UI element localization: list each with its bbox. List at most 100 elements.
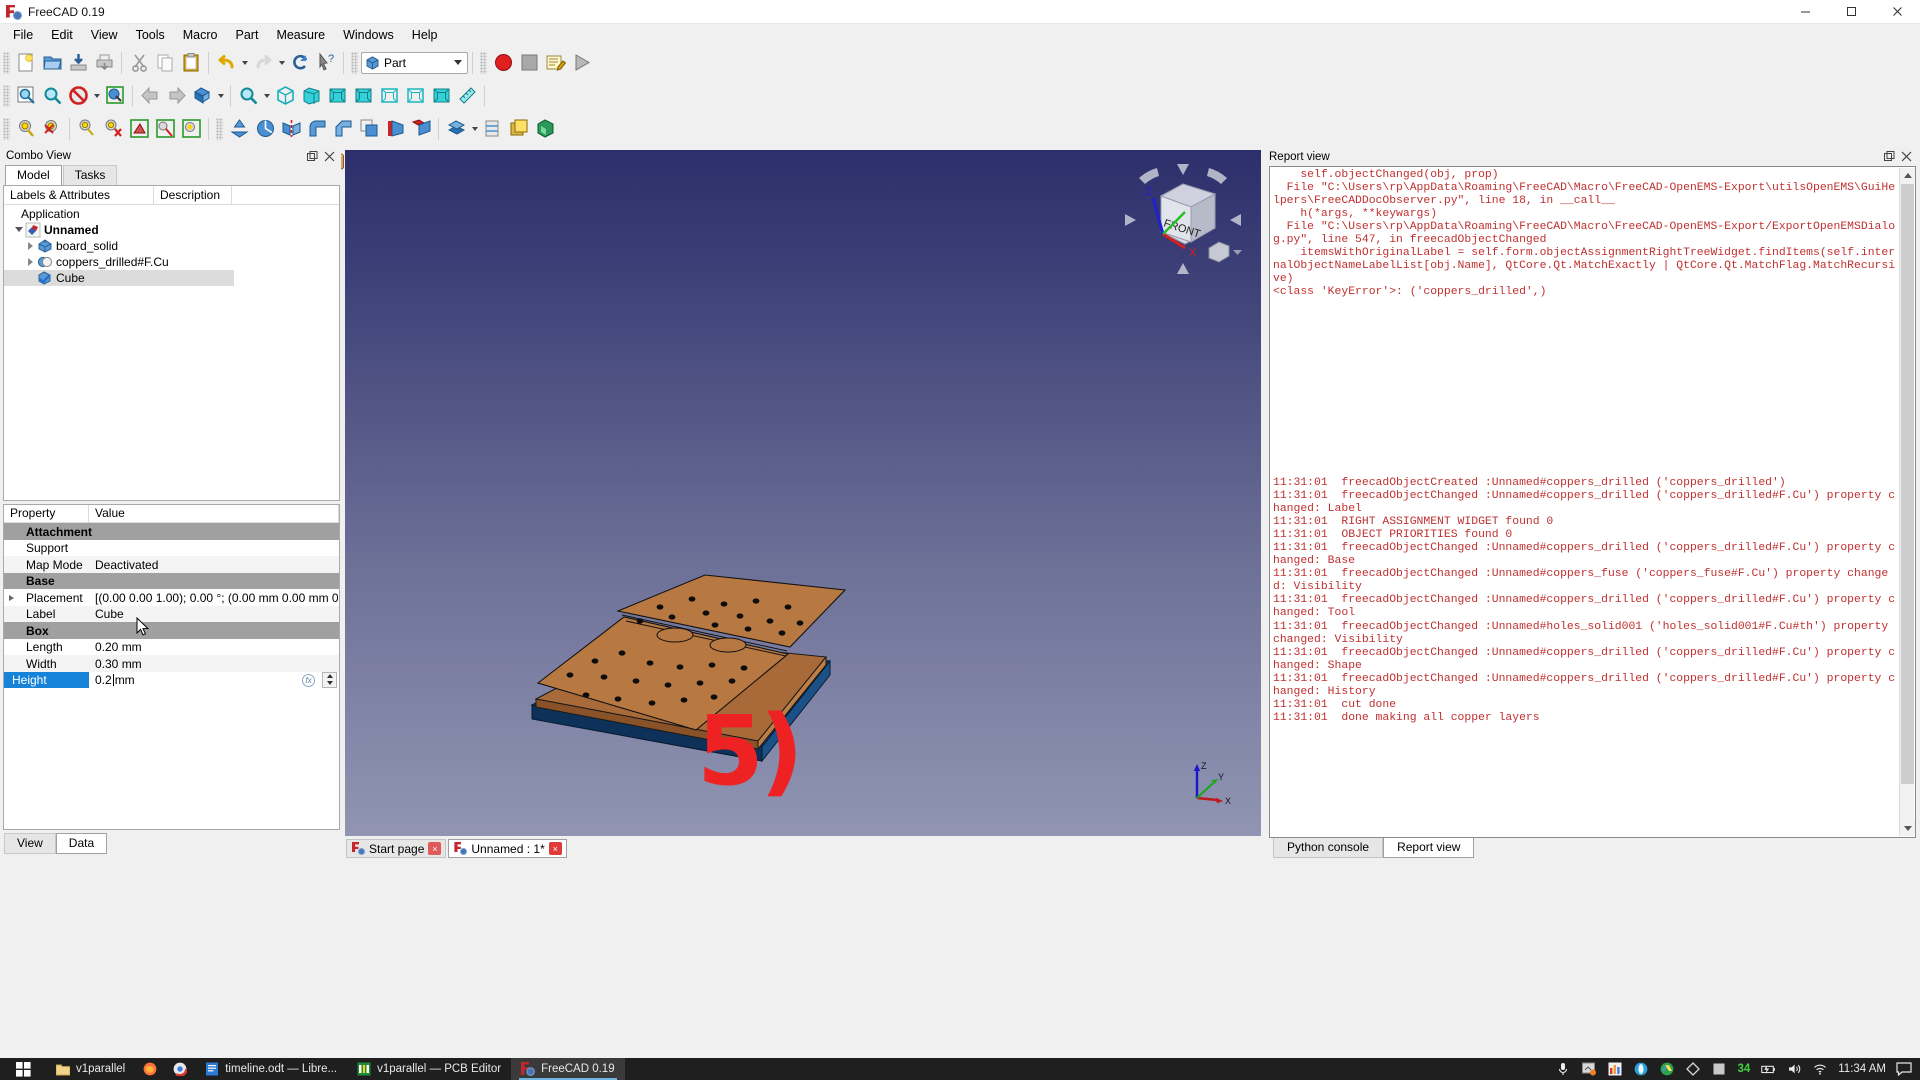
thickness-icon[interactable] bbox=[532, 116, 558, 142]
report-scrollbar[interactable] bbox=[1899, 168, 1915, 836]
menu-tools[interactable]: Tools bbox=[127, 24, 174, 46]
section-icon[interactable] bbox=[443, 116, 469, 142]
measure-icon[interactable] bbox=[454, 83, 480, 109]
wifi-icon[interactable] bbox=[1812, 1061, 1828, 1077]
tab-tasks[interactable]: Tasks bbox=[62, 164, 118, 185]
menu-windows[interactable]: Windows bbox=[334, 24, 403, 46]
selection-view-icon[interactable] bbox=[102, 83, 128, 109]
macro-stop-icon[interactable] bbox=[516, 50, 542, 76]
property-value-placement[interactable]: [(0.00 0.00 1.00); 0.00 °; (0.00 mm 0.00… bbox=[89, 591, 339, 605]
menu-file[interactable]: File bbox=[4, 24, 42, 46]
cut-icon[interactable] bbox=[126, 50, 152, 76]
menu-view[interactable]: View bbox=[82, 24, 127, 46]
menu-macro[interactable]: Macro bbox=[174, 24, 227, 46]
close-button[interactable] bbox=[1874, 0, 1920, 24]
taskbar-item-v1parallel-folder[interactable]: v1parallel bbox=[46, 1058, 135, 1080]
property-group-base[interactable]: Base bbox=[4, 572, 339, 590]
report-log-area[interactable]: self.objectChanged(obj, prop) File "C:\U… bbox=[1269, 166, 1916, 838]
measure-refresh-icon[interactable] bbox=[178, 116, 204, 142]
std-view-icon[interactable] bbox=[189, 83, 215, 109]
draw-style-icon[interactable] bbox=[65, 83, 91, 109]
property-value-length[interactable]: 0.20 mm bbox=[89, 640, 339, 654]
taskbar-item-freecad[interactable]: FreeCAD 0.19 bbox=[511, 1058, 625, 1080]
cross-sections-icon[interactable] bbox=[480, 116, 506, 142]
menu-help[interactable]: Help bbox=[403, 24, 447, 46]
fit-selection-icon[interactable] bbox=[39, 83, 65, 109]
notifications-icon[interactable] bbox=[1896, 1061, 1912, 1077]
property-row-placement[interactable]: Placement [(0.00 0.00 1.00); 0.00 °; (0.… bbox=[4, 589, 339, 606]
menu-part[interactable]: Part bbox=[227, 24, 268, 46]
property-value-map-mode[interactable]: Deactivated bbox=[89, 558, 339, 572]
stepper-down-icon[interactable] bbox=[323, 680, 336, 687]
property-row-map-mode[interactable]: Map Mode Deactivated bbox=[4, 556, 339, 573]
save-document-icon[interactable] bbox=[65, 50, 91, 76]
scrollbar-thumb[interactable] bbox=[1901, 184, 1914, 784]
front-view-icon[interactable] bbox=[298, 83, 324, 109]
paste-icon[interactable] bbox=[178, 50, 204, 76]
menu-edit[interactable]: Edit bbox=[42, 24, 82, 46]
copy-icon[interactable] bbox=[152, 50, 178, 76]
chevron-right-icon[interactable] bbox=[4, 590, 18, 606]
section-dropdown-icon[interactable] bbox=[469, 116, 480, 142]
close-dock-icon[interactable] bbox=[1901, 151, 1912, 162]
opera-icon[interactable] bbox=[1633, 1061, 1649, 1077]
toolbar-grip-measure[interactable] bbox=[3, 117, 10, 140]
property-row-label[interactable]: Label Cube bbox=[4, 605, 339, 623]
height-input[interactable]: 0.2 mm fx bbox=[89, 671, 339, 689]
print-document-icon[interactable] bbox=[91, 50, 117, 76]
fit-all-icon[interactable] bbox=[13, 83, 39, 109]
axonometric-icon[interactable] bbox=[272, 83, 298, 109]
property-group-box[interactable]: Box bbox=[4, 622, 339, 639]
taskbar-item-firefox[interactable] bbox=[135, 1058, 165, 1080]
property-column-value[interactable]: Value bbox=[89, 505, 339, 524]
close-tab-icon[interactable]: × bbox=[428, 842, 442, 855]
stepper-up-icon[interactable] bbox=[323, 673, 336, 680]
property-row-height[interactable]: Height 0.2 mm fx bbox=[4, 671, 339, 689]
draw-style-dropdown-icon[interactable] bbox=[91, 83, 102, 109]
revolve-icon[interactable] bbox=[252, 116, 278, 142]
tree-node-cube[interactable]: Cube bbox=[4, 269, 234, 286]
whats-this-icon[interactable]: ? bbox=[313, 50, 339, 76]
windows-start-icon[interactable] bbox=[0, 1058, 46, 1080]
left-view-icon[interactable] bbox=[428, 83, 454, 109]
close-tab-icon[interactable]: × bbox=[548, 842, 562, 855]
property-row-length[interactable]: Length 0.20 mm bbox=[4, 639, 339, 656]
measure-delete-all-icon[interactable] bbox=[100, 116, 126, 142]
float-dock-icon[interactable] bbox=[307, 150, 318, 162]
macro-record-icon[interactable] bbox=[490, 50, 516, 76]
ruled-surface-icon[interactable] bbox=[356, 116, 382, 142]
toolbar-grip[interactable] bbox=[3, 51, 10, 74]
document-tab-start-page[interactable]: Start page × bbox=[346, 839, 447, 858]
property-column-name[interactable]: Property bbox=[4, 505, 89, 524]
taskbar-item-pcb-editor[interactable]: v1parallel — PCB Editor bbox=[347, 1058, 511, 1080]
refresh-icon[interactable] bbox=[287, 50, 313, 76]
redo-dropdown-icon[interactable] bbox=[276, 50, 287, 76]
chevron-right-icon[interactable] bbox=[24, 254, 37, 270]
open-document-icon[interactable] bbox=[39, 50, 65, 76]
fillet-icon[interactable] bbox=[304, 116, 330, 142]
macro-execute-icon[interactable] bbox=[568, 50, 594, 76]
measure-toggle-delta-icon[interactable] bbox=[152, 116, 178, 142]
tab-model[interactable]: Model bbox=[5, 164, 62, 185]
new-document-icon[interactable] bbox=[13, 50, 39, 76]
tree-column-labels[interactable]: Labels & Attributes bbox=[4, 185, 154, 205]
document-tab-unnamed[interactable]: Unnamed : 1* × bbox=[448, 839, 567, 858]
minimize-button[interactable] bbox=[1782, 0, 1828, 24]
undo-dropdown-icon[interactable] bbox=[239, 50, 250, 76]
sweep-icon[interactable] bbox=[408, 116, 434, 142]
property-row-width[interactable]: Width 0.30 mm bbox=[4, 655, 339, 672]
toolbar-grip-workbench[interactable] bbox=[351, 51, 358, 74]
loft-icon[interactable] bbox=[382, 116, 408, 142]
property-row-support[interactable]: Support bbox=[4, 540, 339, 557]
scroll-up-icon[interactable] bbox=[1900, 168, 1915, 183]
tree-node-board-solid[interactable]: board_solid bbox=[4, 238, 339, 254]
chamfer-icon[interactable] bbox=[330, 116, 356, 142]
mirror-icon[interactable] bbox=[278, 116, 304, 142]
expression-editor-icon[interactable]: fx bbox=[302, 673, 315, 687]
extrude-icon[interactable] bbox=[226, 116, 252, 142]
maximize-button[interactable] bbox=[1828, 0, 1874, 24]
scroll-down-icon[interactable] bbox=[1900, 821, 1915, 836]
property-group-attachment[interactable]: Attachment bbox=[4, 523, 339, 540]
back-view-nav-icon[interactable] bbox=[137, 83, 163, 109]
volume-icon[interactable] bbox=[1786, 1061, 1802, 1077]
